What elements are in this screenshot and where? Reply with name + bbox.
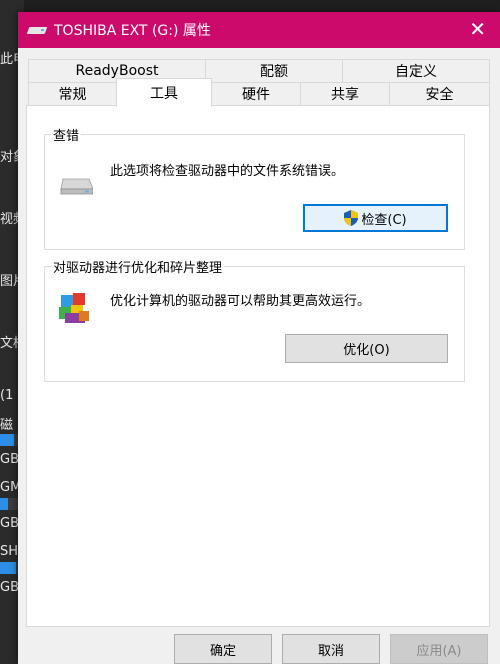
optimize-button-label: 优化(O) bbox=[343, 343, 390, 358]
bg-usage-bar bbox=[0, 498, 18, 510]
tab-general[interactable]: 常规 bbox=[28, 82, 117, 106]
check-button[interactable]: 检查(C) bbox=[303, 204, 448, 232]
tab-security[interactable]: 安全 bbox=[389, 82, 490, 106]
group-label-error-checking: 查错 bbox=[51, 125, 82, 144]
cancel-button[interactable]: 取消 bbox=[282, 634, 380, 664]
group-label-optimize: 对驱动器进行优化和碎片整理 bbox=[51, 257, 225, 276]
close-icon[interactable]: ✕ bbox=[469, 19, 486, 39]
bg-usage-bar bbox=[0, 434, 18, 446]
apply-button-label: 应用(A) bbox=[416, 643, 462, 659]
bg-text: GB bbox=[0, 516, 19, 531]
optimize-description: 优化计算机的驱动器可以帮助其更高效运行。 bbox=[110, 294, 371, 309]
bg-usage-bar bbox=[0, 562, 18, 574]
tools-panel: 查错 此选项将检查驱动器中的文件系统错误。 检查(C) 对驱动器进行优化和碎片整… bbox=[26, 105, 490, 627]
drive-icon bbox=[26, 24, 48, 36]
tab-hardware[interactable]: 硬件 bbox=[211, 82, 301, 106]
title-bar[interactable]: TOSHIBA EXT (G:) 属性 ✕ bbox=[18, 12, 500, 48]
window-title: TOSHIBA EXT (G:) 属性 bbox=[54, 23, 211, 39]
cancel-button-label: 取消 bbox=[317, 643, 344, 659]
properties-dialog: TOSHIBA EXT (G:) 属性 ✕ ReadyBoost 配额 自定义 … bbox=[18, 12, 500, 664]
defrag-icon bbox=[59, 293, 89, 323]
drive-icon bbox=[60, 178, 93, 195]
optimize-group: 对驱动器进行优化和碎片整理 优化计算机的驱动器可以帮助其更高效运行。 优化(O) bbox=[44, 257, 465, 382]
uac-shield-icon bbox=[344, 210, 359, 226]
tab-quota[interactable]: 配额 bbox=[205, 59, 343, 83]
tab-sharing[interactable]: 共享 bbox=[300, 82, 390, 106]
bg-text: 磁 bbox=[0, 418, 14, 433]
bg-text: GB bbox=[0, 580, 19, 595]
optimize-button[interactable]: 优化(O) bbox=[285, 334, 448, 363]
bg-text: (1 bbox=[0, 388, 14, 403]
ok-button-label: 确定 bbox=[209, 643, 236, 659]
error-checking-description: 此选项将检查驱动器中的文件系统错误。 bbox=[110, 164, 345, 179]
tab-tools[interactable]: 工具 bbox=[116, 78, 212, 107]
bg-text: GB bbox=[0, 452, 19, 467]
ok-button[interactable]: 确定 bbox=[174, 634, 272, 664]
tab-customize[interactable]: 自定义 bbox=[342, 59, 490, 83]
check-button-label: 检查(C) bbox=[361, 212, 407, 228]
error-checking-group: 查错 此选项将检查驱动器中的文件系统错误。 检查(C) bbox=[44, 125, 465, 250]
apply-button[interactable]: 应用(A) bbox=[390, 634, 488, 664]
